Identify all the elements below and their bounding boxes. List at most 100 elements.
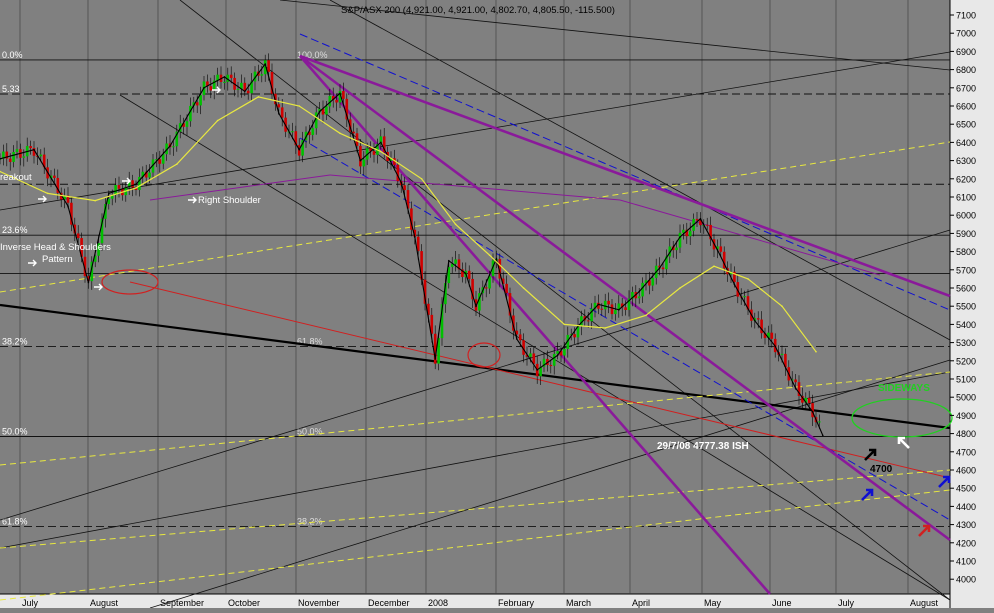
stock-chart: 0.0% 5.33 23.6% 38.2% 50.0% 61.8% 100.0% 61.8% 5… [0, 0, 994, 609]
candle-body [573, 334, 576, 338]
candle-body [325, 106, 328, 115]
series-point [298, 148, 301, 151]
series-point [33, 148, 35, 151]
y-tick-label: 4800 [956, 429, 976, 439]
candle-body [161, 154, 165, 164]
x-tick-label: August [90, 598, 119, 608]
series-point [618, 309, 620, 311]
series-point [754, 319, 756, 322]
candle-body [614, 310, 617, 315]
y-tick-label: 6000 [956, 211, 976, 221]
level-label: 50.0% [2, 427, 28, 437]
series-point [679, 287, 681, 289]
series-point [108, 192, 110, 195]
candle-body [637, 296, 641, 299]
candle-body [532, 353, 536, 364]
candle-body [280, 107, 284, 118]
y-tick-label: 6600 [956, 102, 976, 112]
series-point [604, 327, 606, 329]
candle-body [600, 308, 604, 310]
series-point [733, 283, 736, 286]
candle-body [563, 348, 566, 356]
candle-body [484, 287, 488, 289]
candle-body [695, 218, 699, 221]
candle-body [586, 320, 590, 322]
candle-body [131, 180, 134, 188]
candle-body [743, 296, 746, 298]
candle-body [22, 156, 26, 158]
series-point [380, 150, 382, 153]
annotation-text: 29/7/08 4777.38 ISH [657, 441, 749, 452]
series-point [359, 159, 362, 162]
candle-body [467, 270, 471, 279]
candle-body [29, 146, 32, 149]
series-point [645, 314, 647, 317]
candle-body [342, 91, 345, 99]
y-tick-label: 4900 [956, 411, 976, 421]
level-label: 5.33 [2, 84, 20, 94]
series-point [465, 272, 467, 275]
annotation-text: SIDEWAYS [878, 383, 930, 394]
candle-body [529, 353, 532, 357]
candle-body [607, 300, 610, 305]
x-tick-label: August [910, 598, 939, 608]
y-tick-label: 4200 [956, 538, 976, 548]
candle-body [39, 154, 43, 157]
candle-body [603, 300, 607, 310]
candle-body [362, 159, 366, 167]
series-point [135, 187, 137, 189]
x-tick-label: July [22, 598, 39, 608]
series-point [713, 265, 715, 267]
y-tick-label: 4600 [956, 466, 976, 476]
y-tick-label: 6100 [956, 193, 976, 203]
series-point [658, 267, 661, 269]
candle-body [277, 104, 281, 108]
candle-body [172, 146, 175, 148]
candle-body [372, 151, 376, 155]
y-tick-label: 6400 [956, 138, 976, 148]
x-tick-label: December [368, 598, 410, 608]
series-point [516, 338, 518, 340]
candle-body [610, 304, 614, 315]
series-point [815, 350, 817, 353]
candle-body [719, 246, 723, 252]
y-tick-label: 5000 [956, 393, 976, 403]
series-point [135, 183, 137, 186]
series-point [522, 287, 525, 289]
candle-body [705, 224, 709, 226]
candle-body [236, 88, 240, 90]
candle-body [199, 95, 202, 106]
series-point [495, 258, 498, 260]
series-point [278, 112, 280, 115]
x-tick-label: September [160, 598, 204, 608]
series-point [716, 248, 719, 251]
series-point [400, 181, 403, 184]
series-point [67, 205, 69, 207]
series-point [822, 434, 824, 437]
candle-body [223, 81, 226, 83]
candle-body [76, 233, 80, 239]
candle-body [291, 131, 294, 133]
candle-body [246, 90, 250, 94]
series-point [257, 96, 260, 98]
candle-body [148, 172, 151, 178]
series-point [747, 278, 749, 280]
y-tick-label: 5300 [956, 338, 976, 348]
chart-canvas: 0.0%5.3323.6%38.2%50.0%61.8%100.0%61.8%5… [0, 0, 994, 609]
candle-body [267, 60, 270, 72]
y-tick-label: 7000 [956, 29, 976, 39]
series-point [339, 92, 341, 95]
series-point [794, 387, 797, 389]
candle-body [518, 334, 522, 341]
candle-body [352, 131, 355, 134]
y-tick-label: 4500 [956, 484, 976, 494]
candle-body [260, 74, 264, 76]
series-point [318, 110, 321, 113]
series-point [216, 119, 219, 122]
y-tick-label: 6800 [956, 65, 976, 75]
level-label: 38.2% [297, 516, 323, 526]
annotation-text: Right Shoulder [198, 195, 261, 206]
x-tick-label: February [498, 598, 535, 608]
candle-body [641, 282, 644, 297]
series-point [454, 223, 457, 226]
